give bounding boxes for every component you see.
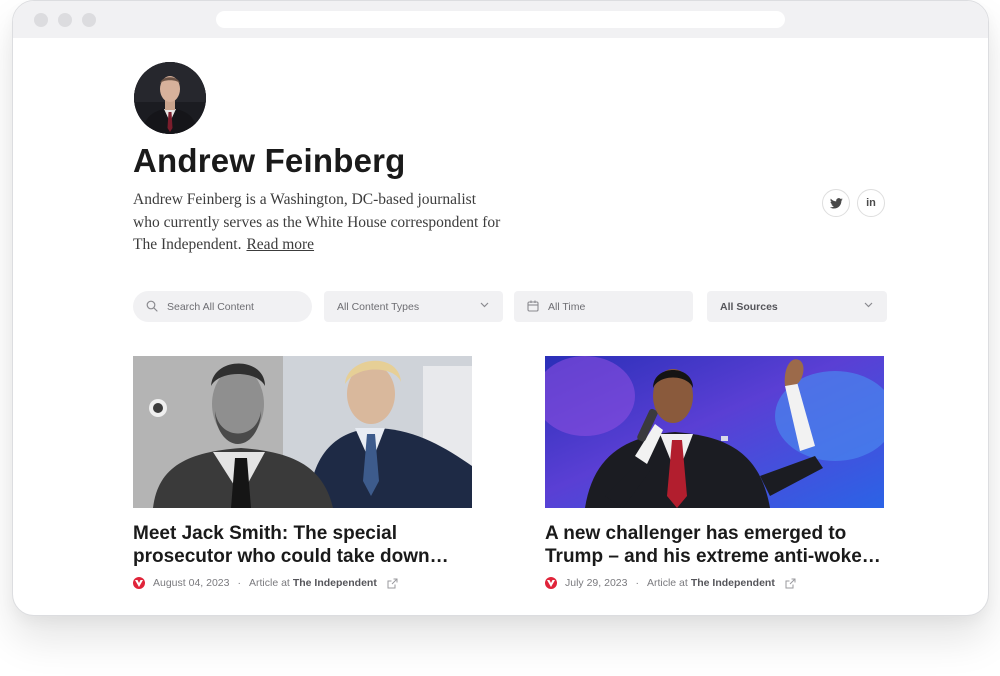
article-photo (133, 356, 472, 508)
page-content: Andrew Feinberg Andrew Feinberg is a Was… (13, 38, 988, 615)
article-type: Article at (646, 577, 688, 589)
bio-text: Andrew Feinberg is a Washington, DC-base… (133, 191, 501, 253)
linkedin-icon: in (866, 197, 876, 209)
article-image[interactable] (545, 356, 884, 508)
linkedin-button[interactable]: in (857, 189, 885, 217)
search-input[interactable]: Search All Content (133, 291, 312, 322)
the-independent-logo-icon (133, 577, 145, 589)
external-link-icon[interactable] (387, 578, 398, 589)
browser-chrome (13, 1, 988, 38)
meta-separator: · (635, 577, 639, 589)
chevron-down-icon (480, 302, 489, 308)
article-photo (545, 356, 884, 508)
profile-bio: Andrew Feinberg is a Washington, DC-base… (133, 189, 503, 257)
twitter-button[interactable] (822, 189, 850, 217)
sources-select[interactable]: All Sources (707, 291, 887, 322)
browser-window: Andrew Feinberg Andrew Feinberg is a Was… (12, 0, 989, 616)
meta-separator: · (237, 577, 241, 589)
external-link-icon[interactable] (785, 578, 796, 589)
article-title[interactable]: Meet Jack Smith: The special prosecutor … (133, 522, 478, 568)
article-image[interactable] (133, 356, 472, 508)
article-type: Article at (248, 577, 290, 589)
article-source[interactable]: The Independent (691, 577, 775, 589)
avatar-photo (134, 62, 206, 134)
profile-name: Andrew Feinberg (133, 142, 406, 179)
address-bar[interactable] (216, 11, 785, 28)
time-range-select[interactable]: All Time (514, 291, 693, 322)
the-independent-logo-icon (545, 577, 557, 589)
window-close-dot[interactable] (34, 13, 48, 27)
chevron-down-icon (864, 302, 873, 308)
article-meta: July 29, 2023 · Article at The Independe… (545, 576, 796, 590)
read-more-link[interactable]: Read more (246, 236, 314, 253)
search-placeholder: Search All Content (167, 300, 254, 313)
time-range-value: All Time (548, 300, 586, 313)
article-date: July 29, 2023 (565, 577, 628, 589)
avatar (134, 62, 206, 134)
article-source[interactable]: The Independent (293, 577, 377, 589)
content-type-value: All Content Types (337, 300, 420, 313)
article-meta: August 04, 2023 · Article at The Indepen… (133, 576, 398, 590)
window-minimize-dot[interactable] (58, 13, 72, 27)
content-type-select[interactable]: All Content Types (324, 291, 503, 322)
article-date: August 04, 2023 (153, 577, 230, 589)
window-maximize-dot[interactable] (82, 13, 96, 27)
twitter-icon (829, 197, 843, 208)
search-icon (146, 300, 158, 312)
sources-value: All Sources (720, 300, 778, 313)
article-title[interactable]: A new challenger has emerged to Trump – … (545, 522, 890, 568)
calendar-icon (527, 300, 539, 312)
